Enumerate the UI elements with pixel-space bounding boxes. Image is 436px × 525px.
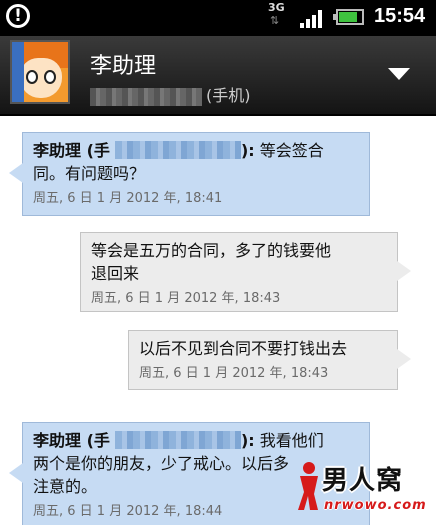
watermark-figure-icon [298,462,318,510]
message-timestamp: 周五, 6 日 1 月 2012 年, 18:43 [91,291,281,306]
network-type-label: 3G [268,1,285,14]
message-body: 我看他们 [254,431,324,450]
message-bubble[interactable]: 李助理 (手 ): 等会签合 同。有问题吗？ 周五, 6 日 1 月 2012 … [9,132,370,216]
status-clock: 15:54 [374,5,426,27]
signal-strength-icon [300,8,326,28]
watermark-url: nrwowo.com [324,498,427,513]
message-timestamp: 周五, 6 日 1 月 2012 年, 18:41 [33,191,223,206]
watermark-title: 男人窝 [322,466,404,496]
contact-number: (手机) [90,82,251,106]
chevron-down-icon[interactable] [388,68,410,80]
message-text: 李助理 (手 ): 等会签合 同。有问题吗？ [33,139,359,185]
contact-avatar[interactable] [10,40,70,104]
site-watermark: 男人窝 nrwowo.com [296,456,436,525]
message-sender: 李助理 (手 [33,141,110,160]
message-body-line: 同。有问题吗？ [33,164,146,183]
conversation-header: 李助理 (手机) [0,36,436,116]
status-bar: ! 3G ⇅ 15:54 [0,0,436,36]
message-timestamp: 周五, 6 日 1 月 2012 年, 18:43 [139,366,329,381]
redacted-number [114,431,241,449]
message-sender-suffix: ): [240,141,255,160]
number-type-label: (手机) [206,86,251,105]
data-activity-icon: ⇅ [270,14,279,27]
redacted-number [114,141,241,159]
message-body-line: 两个是你的朋友，少了戒心。以后多 [33,454,290,473]
message-text: 以后不见到合同不要打钱出去 [139,339,348,358]
message-bubble[interactable]: 以后不见到合同不要打钱出去 周五, 6 日 1 月 2012 年, 18:43 [128,330,411,390]
alert-icon[interactable]: ! [6,4,30,28]
contact-name: 李助理 [90,54,157,79]
message-text: 等会是五万的合同，多了的钱要他 退回来 [91,239,387,285]
battery-icon [333,9,364,25]
message-body: 等会签合 [254,141,324,160]
message-sender-suffix: ): [240,431,255,450]
message-sender: 李助理 (手 [33,431,110,450]
message-bubble[interactable]: 等会是五万的合同，多了的钱要他 退回来 周五, 6 日 1 月 2012 年, … [80,232,411,312]
message-body: 等会是五万的合同，多了的钱要他 [91,241,332,260]
message-body-line: 退回来 [91,264,140,283]
battery-level-fill [339,12,357,22]
redacted-number [90,87,202,106]
message-body-line: 注意的。 [33,477,98,496]
